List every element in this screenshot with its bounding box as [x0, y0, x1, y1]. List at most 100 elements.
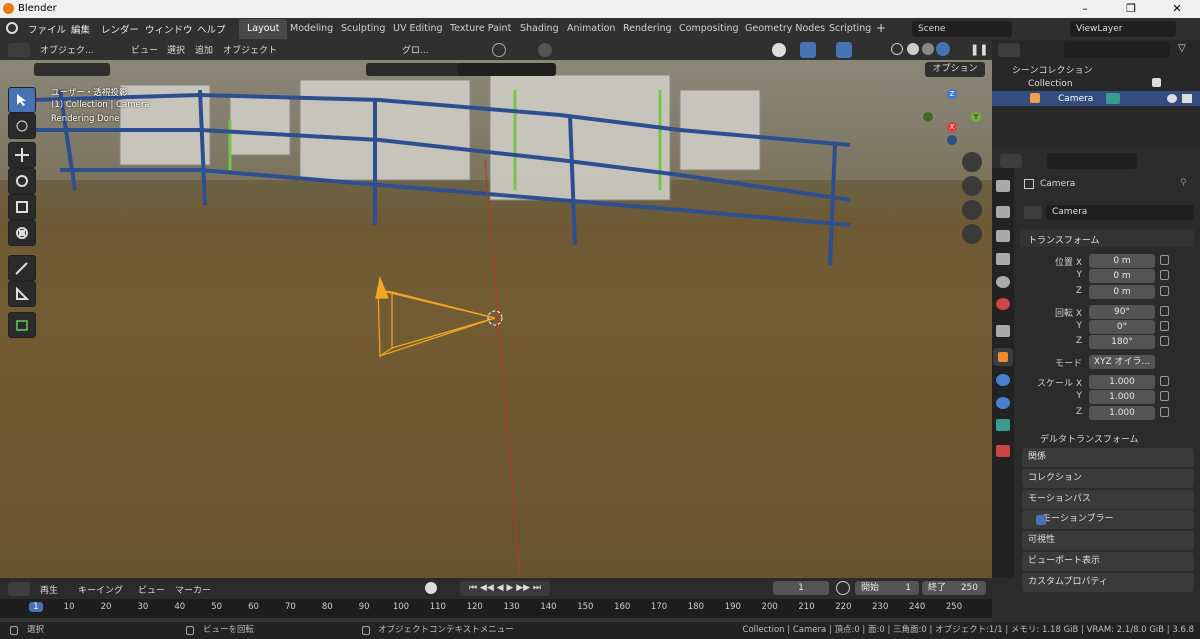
playback-controls[interactable]: ⏮ ◀◀ ◀ ▶ ▶▶ ⏭ [460, 581, 550, 596]
location-z-field[interactable]: 0 m [1089, 285, 1155, 299]
menu-view[interactable]: ビュー [131, 43, 158, 56]
motion-blur-checkbox[interactable] [1036, 515, 1046, 525]
tab-uv-editing[interactable]: UV Editing [385, 19, 451, 39]
scale-tool-button[interactable] [8, 194, 36, 220]
pan-hand-icon[interactable] [962, 176, 982, 196]
start-frame-field[interactable]: 開始 1 [855, 581, 919, 595]
cursor-tool-button[interactable] [8, 113, 36, 139]
object-name-field[interactable]: Camera [1046, 205, 1194, 220]
pin-icon[interactable]: ⚲ [1180, 178, 1187, 188]
timeline-editor-type-button[interactable] [8, 582, 30, 596]
annotate-tool-button[interactable] [8, 255, 36, 281]
measure-tool-button[interactable] [8, 281, 36, 307]
timeline-menu-playback[interactable]: 再生 [40, 583, 58, 596]
add-cube-tool-button[interactable] [8, 312, 36, 338]
shading-material-icon[interactable] [922, 43, 934, 55]
render-tab-icon[interactable] [996, 206, 1010, 218]
grid-perspective-icon[interactable] [962, 224, 982, 244]
end-frame-field[interactable]: 終了 250 [922, 581, 986, 595]
rotation-z-field[interactable]: 180° [1089, 335, 1155, 349]
menu-add[interactable]: 追加 [195, 43, 213, 56]
object-type-dropdown[interactable] [1024, 206, 1042, 219]
world-tab-icon[interactable] [996, 298, 1010, 310]
snap-icon[interactable] [492, 43, 506, 57]
scene-selector[interactable]: Scene [912, 21, 1012, 37]
panel-collections[interactable]: コレクション [1022, 469, 1194, 488]
lock-icon[interactable] [1160, 336, 1169, 346]
panel-motion-blur[interactable]: モーションブラー [1022, 510, 1194, 529]
object-tab-icon[interactable] [993, 348, 1013, 366]
physics-tab-icon[interactable] [996, 397, 1010, 409]
shading-wireframe-icon[interactable] [891, 43, 903, 55]
gizmo-toggle-icon[interactable] [800, 42, 816, 58]
pause-render-icon[interactable]: ❚❚ [970, 43, 988, 56]
options-dropdown[interactable]: オプション [925, 62, 985, 77]
stopwatch-icon[interactable] [836, 581, 850, 595]
gizmo-neg-z-axis[interactable] [947, 135, 957, 145]
output-tab-icon[interactable] [996, 230, 1010, 242]
tab-rendering[interactable]: Rendering [615, 19, 680, 39]
lock-icon[interactable] [1160, 407, 1169, 417]
editor-type-button[interactable] [8, 43, 30, 57]
lock-icon[interactable] [1160, 255, 1169, 265]
gizmo-x-axis[interactable]: X [947, 122, 957, 132]
panel-visibility[interactable]: 可視性 [1022, 531, 1194, 550]
selection-mode-buttons[interactable] [34, 63, 110, 76]
lock-icon[interactable] [1160, 321, 1169, 331]
outliner-collection[interactable]: Collection [1028, 79, 1073, 89]
tab-scripting[interactable]: Scripting [821, 19, 879, 39]
transform-orientation-dropdown[interactable]: グロ... [402, 43, 429, 56]
panel-custom-properties[interactable]: カスタムプロパティ [1022, 573, 1194, 592]
scale-z-field[interactable]: 1.000 [1089, 406, 1155, 420]
render-visibility-icon[interactable] [1182, 94, 1192, 103]
zoom-icon[interactable] [962, 152, 982, 172]
tab-animation[interactable]: Animation [559, 19, 623, 39]
panel-viewport-display[interactable]: ビューポート表示 [1022, 552, 1194, 571]
3d-viewport[interactable]: ユーザー・透視投影 (1) Collection | Camera Render… [0, 60, 992, 578]
outliner-search-input[interactable] [1064, 42, 1170, 58]
shading-solid-icon[interactable] [907, 43, 919, 55]
record-icon[interactable] [425, 582, 437, 594]
location-x-field[interactable]: 0 m [1089, 254, 1155, 268]
camera-data-tab-icon[interactable] [996, 419, 1010, 431]
panel-motion-paths[interactable]: モーションパス [1022, 490, 1194, 509]
timeline-menu-keying[interactable]: キーイング [78, 583, 123, 596]
gizmo-z-axis[interactable]: Z [947, 89, 957, 99]
menu-file[interactable]: ファイル [28, 22, 66, 36]
delta-transform-subpanel[interactable]: デルタトランスフォーム [1040, 432, 1139, 445]
eye-visibility-icon[interactable] [1167, 94, 1177, 103]
lock-icon[interactable] [1160, 376, 1169, 386]
overlay-toggle-icon[interactable] [836, 42, 852, 58]
shading-rendered-icon[interactable] [936, 42, 950, 56]
location-y-field[interactable]: 0 m [1089, 269, 1155, 283]
lock-icon[interactable] [1160, 391, 1169, 401]
collection-checkbox[interactable] [1152, 78, 1161, 87]
collection-tab-icon[interactable] [996, 325, 1010, 337]
rotation-mode-dropdown[interactable]: XYZ オイラ... [1089, 355, 1155, 369]
filter-icon[interactable]: ▽ [1178, 43, 1186, 54]
camera-view-icon[interactable] [962, 200, 982, 220]
viewlayer-selector[interactable]: ViewLayer [1070, 21, 1176, 37]
proportional-edit-icon[interactable] [538, 43, 552, 57]
tab-layout[interactable]: Layout [239, 19, 288, 39]
menu-select[interactable]: 選択 [167, 43, 185, 56]
outliner-scene-collection[interactable]: シーンコレクション [1012, 63, 1093, 76]
menu-help[interactable]: ヘルプ [197, 22, 226, 36]
tab-compositing[interactable]: Compositing [671, 19, 747, 39]
select-tool-button[interactable] [8, 87, 36, 113]
menu-window[interactable]: ウィンドウ [145, 22, 193, 36]
rotation-x-field[interactable]: 90° [1089, 305, 1155, 319]
mode-dropdown[interactable]: オブジェク... [40, 43, 94, 56]
panel-relations[interactable]: 関係 [1022, 448, 1194, 467]
view-layer-tab-icon[interactable] [996, 253, 1010, 265]
tool-tab-icon[interactable] [996, 180, 1010, 192]
properties-search-input[interactable] [1047, 153, 1137, 169]
maximize-button[interactable]: ❐ [1108, 1, 1154, 17]
scale-y-field[interactable]: 1.000 [1089, 390, 1155, 404]
move-tool-button[interactable] [8, 142, 36, 168]
viewport-search-input[interactable] [458, 63, 556, 76]
menu-render[interactable]: レンダー [101, 22, 139, 36]
transform-tool-button[interactable] [8, 220, 36, 246]
scene-tab-icon[interactable] [996, 276, 1010, 288]
tab-texture-paint[interactable]: Texture Paint [442, 19, 519, 39]
